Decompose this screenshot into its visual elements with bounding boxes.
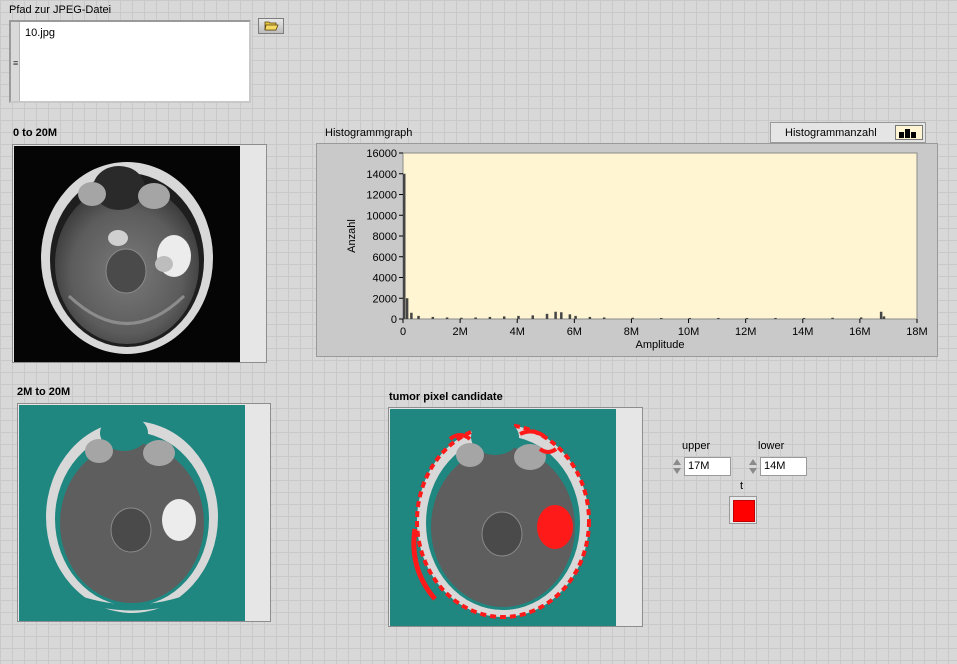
indicator-led	[729, 496, 757, 524]
x-tick-label: 18M	[906, 326, 927, 338]
brain-scan-image	[41, 162, 213, 354]
histogram-graph[interactable]: 0 2000 4000 6000 8000 10000 12000 14000 16000 0 2M…	[316, 143, 938, 357]
histogram-bar	[831, 317, 834, 319]
plot-area	[402, 152, 918, 320]
histogram-legend[interactable]: Histogrammanzahl	[770, 122, 926, 143]
image1-display[interactable]	[12, 144, 267, 363]
y-tick-label: 2000	[373, 293, 397, 305]
y-tick-label: 4000	[373, 273, 397, 285]
histogram-bar	[882, 316, 886, 319]
histogram-bar	[545, 313, 549, 319]
path-input[interactable]: ≡ 10.jpg	[9, 20, 251, 103]
histogram-bar	[774, 317, 777, 319]
histogram-bar	[488, 316, 492, 319]
histogram-bar	[631, 317, 634, 319]
lower-control[interactable]: 14M	[748, 457, 810, 476]
histogram-label: Histogrammgraph	[325, 127, 413, 139]
histogram-bar	[745, 317, 749, 319]
x-tick-label: 4M	[510, 326, 525, 338]
histogram-bar	[405, 298, 409, 319]
histogram-bar	[859, 317, 863, 319]
browse-button[interactable]	[258, 18, 284, 34]
x-tick-label: 8M	[624, 326, 639, 338]
upper-spinner-icon[interactable]	[672, 457, 682, 476]
y-tick-label: 8000	[373, 231, 397, 243]
y-tick-label: 16000	[366, 148, 397, 160]
path-value: 10.jpg	[25, 27, 55, 39]
indicator-lamp	[733, 500, 755, 522]
y-tick-label: 6000	[373, 252, 397, 264]
x-tick-label: 6M	[567, 326, 582, 338]
masked-scan-image	[46, 415, 218, 613]
histogram-bar	[460, 317, 463, 319]
lower-spinner-icon[interactable]	[748, 457, 758, 476]
histogram-bar	[602, 317, 606, 319]
histogram-bar	[688, 317, 692, 319]
legend-swatch[interactable]	[895, 125, 923, 140]
y-tick-label: 14000	[366, 169, 397, 181]
histogram-bar	[554, 311, 557, 319]
upper-control[interactable]: 17M	[672, 457, 734, 476]
y-tick-label: 10000	[366, 210, 397, 222]
x-tick-label: 12M	[735, 326, 756, 338]
histogram-bar	[660, 317, 663, 319]
histogram-bar	[410, 312, 413, 319]
histogram-plot: 0 2000 4000 6000 8000 10000 12000 14000 16000 0 2M…	[346, 148, 928, 351]
x-tick-label: 2M	[452, 326, 467, 338]
image3-label: tumor pixel candidate	[389, 391, 503, 403]
y-tick-label: 0	[391, 314, 397, 326]
histogram-bar	[717, 317, 720, 319]
histogram-bar	[560, 312, 563, 319]
bar-plot-style-icon	[899, 129, 916, 138]
image3-display[interactable]	[388, 407, 643, 627]
x-tick-label: 16M	[849, 326, 870, 338]
image1-label: 0 to 20M	[13, 127, 58, 139]
path-control-label: Pfad zur JPEG-Datei	[9, 4, 112, 16]
histogram-bar	[517, 315, 520, 319]
x-axis-label: Amplitude	[636, 339, 685, 351]
legend-plot-name: Histogrammanzahl	[785, 127, 877, 139]
histogram-bar	[568, 314, 572, 319]
x-tick-label: 14M	[792, 326, 813, 338]
histogram-bar	[431, 316, 435, 319]
histogram-bar	[802, 317, 806, 319]
tumor-candidate-image	[411, 419, 591, 619]
folder-icon	[264, 21, 279, 31]
histogram-bar	[502, 316, 506, 319]
image2-label: 2M to 20M	[17, 386, 71, 398]
histogram-bar	[879, 311, 883, 319]
histogram-bar	[574, 315, 577, 319]
path-valid-icon: ≡	[13, 58, 19, 68]
y-tick-label: 12000	[366, 190, 397, 202]
lower-label: lower	[758, 440, 785, 452]
histogram-bar	[531, 315, 534, 319]
x-tick-label: 10M	[678, 326, 699, 338]
histogram-bar	[417, 315, 420, 319]
y-axis-label: Anzahl	[346, 219, 358, 253]
image2-display[interactable]	[17, 403, 271, 622]
indicator-label: t	[740, 480, 744, 492]
histogram-bar	[588, 316, 592, 319]
histogram-bar	[474, 317, 477, 319]
lower-value[interactable]: 14M	[760, 457, 807, 476]
histogram-bar	[445, 317, 449, 319]
upper-label: upper	[682, 440, 711, 452]
upper-value[interactable]: 17M	[684, 457, 731, 476]
histogram-bar	[403, 173, 406, 319]
x-tick-label: 0	[400, 326, 406, 338]
